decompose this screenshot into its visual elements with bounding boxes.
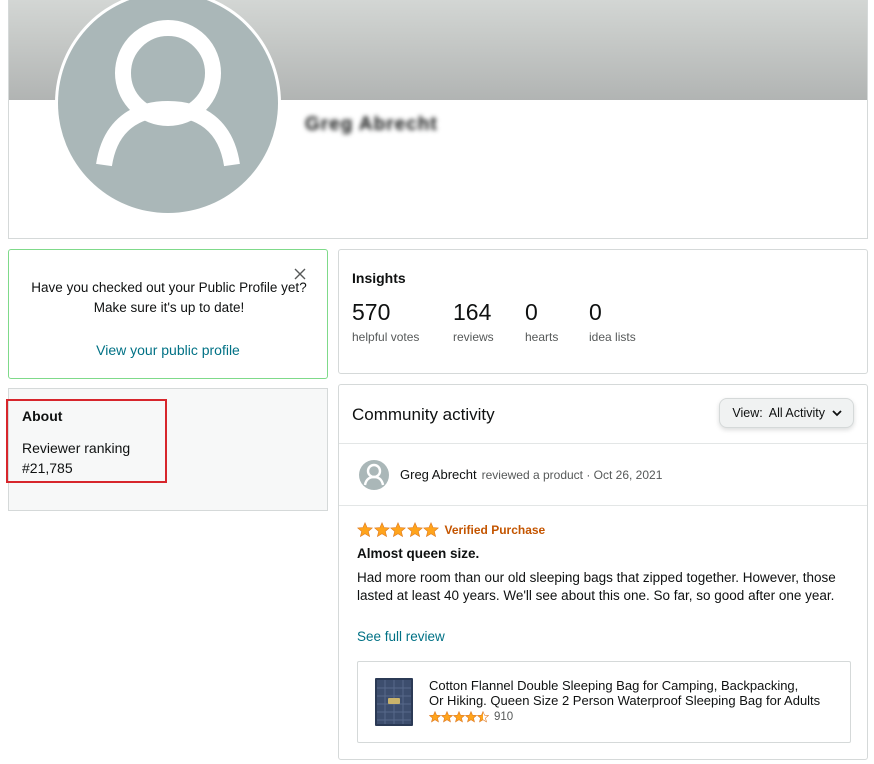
chevron-down-icon — [832, 410, 842, 417]
product-title-line: Cotton Flannel Double Sleeping Bag for C… — [429, 678, 799, 693]
product-rating-count[interactable]: 910 — [494, 711, 513, 723]
activity-header: Greg Abrecht reviewed a product · Oct 26,… — [400, 467, 662, 482]
star-icon — [406, 522, 423, 538]
user-silhouette-icon — [363, 463, 385, 486]
view-public-profile-link[interactable]: View your public profile — [9, 342, 327, 358]
profile-header-card: Greg Abrecht — [8, 0, 868, 239]
star-icon — [429, 711, 441, 723]
stat-value: 570 — [352, 299, 391, 325]
review-title: Almost queen size. — [357, 546, 480, 561]
stat-value: 0 — [525, 299, 538, 325]
public-profile-promo: Have you checked out your Public Profile… — [8, 249, 328, 379]
verified-purchase-badge: Verified Purchase — [444, 523, 546, 537]
profile-name: Greg Abrecht — [305, 114, 438, 135]
star-icon — [357, 522, 373, 538]
insights-title: Insights — [352, 270, 406, 286]
star-icon — [465, 711, 477, 723]
star-icon — [423, 522, 439, 538]
community-activity-title: Community activity — [352, 405, 495, 424]
user-silhouette-icon — [96, 20, 240, 167]
stat-label: reviews — [453, 330, 494, 344]
activity-user-avatar[interactable] — [359, 460, 389, 490]
product-title-line: Or Hiking. Queen Size 2 Person Waterproo… — [429, 693, 821, 708]
view-label: View: — [732, 406, 763, 420]
view-selected-value: All Activity — [768, 406, 825, 420]
stat-hearts: 0 hearts — [525, 298, 558, 344]
activity-view-dropdown[interactable]: View: All Activity — [719, 398, 854, 428]
activity-action: reviewed a product · Oct 26, 2021 — [481, 468, 663, 482]
divider — [339, 443, 867, 444]
product-title: Cotton Flannel Double Sleeping Bag for C… — [429, 678, 841, 708]
half-star-icon — [477, 711, 489, 723]
see-full-review-link[interactable]: See full review — [357, 629, 445, 644]
stat-label: helpful votes — [352, 330, 420, 344]
star-icon — [441, 711, 453, 723]
reviewed-product-card[interactable]: Cotton Flannel Double Sleeping Bag for C… — [357, 661, 851, 743]
star-icon — [373, 522, 390, 538]
review-rating: Verified Purchase — [357, 522, 545, 538]
promo-message: Have you checked out your Public Profile… — [31, 280, 307, 315]
product-rating: 910 — [429, 711, 513, 723]
star-icon — [390, 522, 406, 538]
product-image — [375, 678, 413, 726]
stat-helpful-votes: 570 helpful votes — [352, 298, 419, 344]
stat-value: 164 — [453, 299, 492, 325]
activity-user-name[interactable]: Greg Abrecht — [400, 467, 477, 482]
stat-value: 0 — [589, 299, 602, 325]
insights-card: Insights 570 helpful votes 164 reviews 0… — [338, 249, 868, 374]
stat-idea-lists: 0 idea lists — [589, 298, 636, 344]
stat-label: hearts — [525, 330, 559, 344]
star-icon — [453, 711, 465, 723]
profile-avatar[interactable] — [55, 0, 281, 216]
annotation-highlight-box — [6, 399, 167, 483]
stat-label: idea lists — [589, 330, 636, 344]
stat-reviews: 164 reviews — [453, 298, 494, 344]
divider — [339, 505, 867, 506]
community-activity-card: Community activity View: All Activity Gr… — [338, 384, 868, 760]
review-body: Had more room than our old sleeping bags… — [357, 570, 836, 603]
